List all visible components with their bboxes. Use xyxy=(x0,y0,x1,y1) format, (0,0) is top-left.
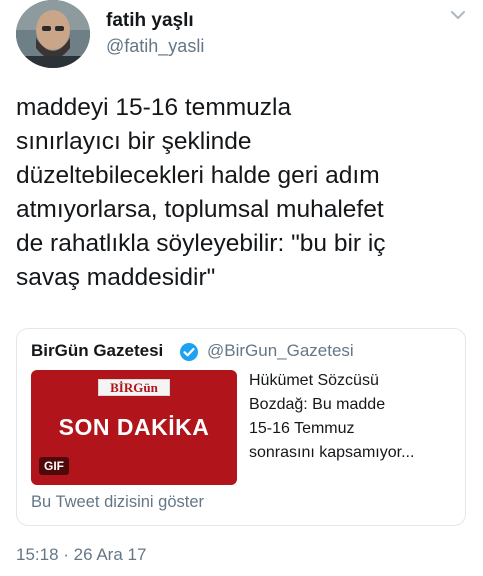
avatar-photo xyxy=(16,0,90,68)
quoted-display-name: BirGün Gazetesi xyxy=(31,341,164,360)
verified-badge-icon xyxy=(179,342,199,362)
avatar[interactable] xyxy=(16,0,90,68)
gif-badge: GIF xyxy=(39,457,69,475)
quoted-text: Hükümet Sözcüsü Bozdağ: Bu madde 15-16 T… xyxy=(249,372,415,461)
author-display-name[interactable]: fatih yaşlı xyxy=(106,10,194,32)
quoted-media-gif[interactable]: BİRGün SON DAKİKA GIF xyxy=(31,370,237,485)
tweet-text: maddeyi 15-16 temmuzla sınırlayıcı bir ş… xyxy=(16,94,386,291)
author-handle[interactable]: @fatih_yasli xyxy=(106,36,204,57)
quoted-handle: @BirGun_Gazetesi xyxy=(207,341,354,360)
tweet-timestamp[interactable]: 15:18 · 26 Ara 17 xyxy=(16,545,146,565)
quoted-tweet-card[interactable]: BirGün Gazetesi @BirGun_Gazetesi BİRGün … xyxy=(16,328,466,526)
media-headline: SON DAKİKA xyxy=(58,414,210,440)
show-thread-link[interactable]: Bu Tweet dizisini göster xyxy=(31,493,204,512)
media-logo: BİRGün xyxy=(98,379,170,396)
chevron-down-icon[interactable] xyxy=(446,6,470,24)
